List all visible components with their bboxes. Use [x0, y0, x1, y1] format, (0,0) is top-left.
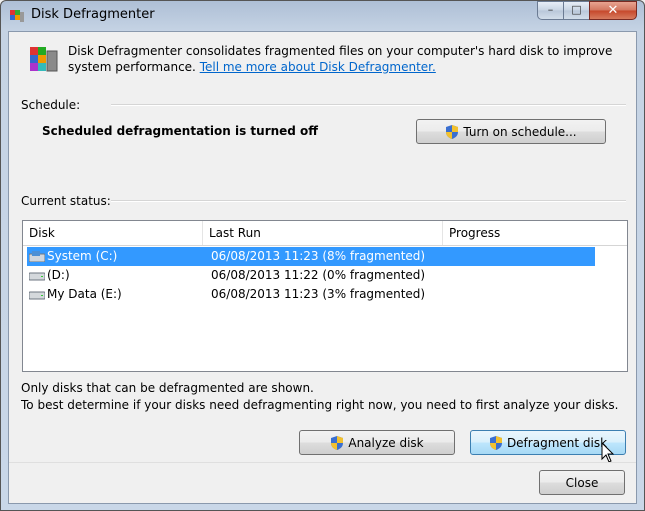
- maximize-button[interactable]: □: [563, 1, 590, 20]
- column-header-disk[interactable]: Disk: [23, 221, 203, 245]
- defragmenter-icon: [10, 10, 24, 22]
- analyze-disk-label: Analyze disk: [348, 435, 424, 450]
- column-header-last-run[interactable]: Last Run: [203, 221, 443, 245]
- defragmenter-icon: [30, 47, 58, 72]
- last-run: 06/08/2013 11:23 (8% fragmented): [211, 249, 426, 263]
- disk-list[interactable]: Disk Last Run Progress System (C:) 06/08…: [22, 220, 628, 372]
- turn-on-schedule-button[interactable]: Turn on schedule...: [416, 119, 606, 144]
- disk-name: System (C:): [47, 249, 118, 263]
- note-line-2: To best determine if your disks need def…: [21, 398, 619, 412]
- turn-on-schedule-label: Turn on schedule...: [463, 124, 577, 139]
- close-window-button[interactable]: ✕: [589, 1, 637, 20]
- system-drive-icon: [29, 251, 45, 262]
- note-line-1: Only disks that can be defragmented are …: [21, 381, 314, 395]
- disk-row-e[interactable]: My Data (E:) 06/08/2013 11:23 (3% fragme…: [27, 285, 595, 304]
- last-run: 06/08/2013 11:22 (0% fragmented): [211, 268, 426, 282]
- analyze-disk-button[interactable]: Analyze disk: [299, 430, 455, 455]
- current-status-label: Current status:: [21, 194, 111, 208]
- disk-name: My Data (E:): [47, 287, 122, 301]
- title-bar[interactable]: Disk Defragmenter – □ ✕: [1, 1, 644, 31]
- learn-more-link[interactable]: Tell me more about Disk Defragmenter.: [200, 60, 436, 74]
- disk-row-c[interactable]: System (C:) 06/08/2013 11:23 (8% fragmen…: [27, 247, 595, 266]
- uac-shield-icon: [446, 124, 459, 139]
- minimize-button[interactable]: –: [537, 1, 564, 20]
- list-header: Disk Last Run Progress: [23, 221, 627, 246]
- intro-description: Disk Defragmenter consolidates fragmente…: [68, 43, 628, 75]
- uac-shield-icon: [331, 435, 344, 450]
- last-run: 06/08/2013 11:23 (3% fragmented): [211, 287, 426, 301]
- window-title: Disk Defragmenter: [31, 7, 155, 22]
- mouse-cursor-icon: [601, 442, 615, 463]
- footer-separator: [9, 462, 636, 463]
- status-separator: [111, 200, 626, 202]
- defragment-disk-label: Defragment disk: [506, 435, 608, 450]
- column-header-progress[interactable]: Progress: [443, 221, 627, 245]
- close-button-label: Close: [565, 475, 599, 490]
- close-button[interactable]: Close: [539, 470, 625, 495]
- uac-shield-icon: [489, 435, 502, 450]
- app-window: Disk Defragmenter – □ ✕ Disk Defragmente…: [0, 0, 645, 511]
- disk-name: (D:): [47, 268, 70, 282]
- schedule-label: Schedule:: [21, 98, 81, 112]
- drive-icon: [29, 272, 45, 281]
- drive-icon: [29, 291, 45, 300]
- disk-row-d[interactable]: (D:) 06/08/2013 11:22 (0% fragmented): [27, 266, 595, 285]
- schedule-separator: [111, 104, 626, 106]
- dialog-body: Disk Defragmenter consolidates fragmente…: [8, 31, 637, 504]
- schedule-status: Scheduled defragmentation is turned off: [42, 124, 319, 138]
